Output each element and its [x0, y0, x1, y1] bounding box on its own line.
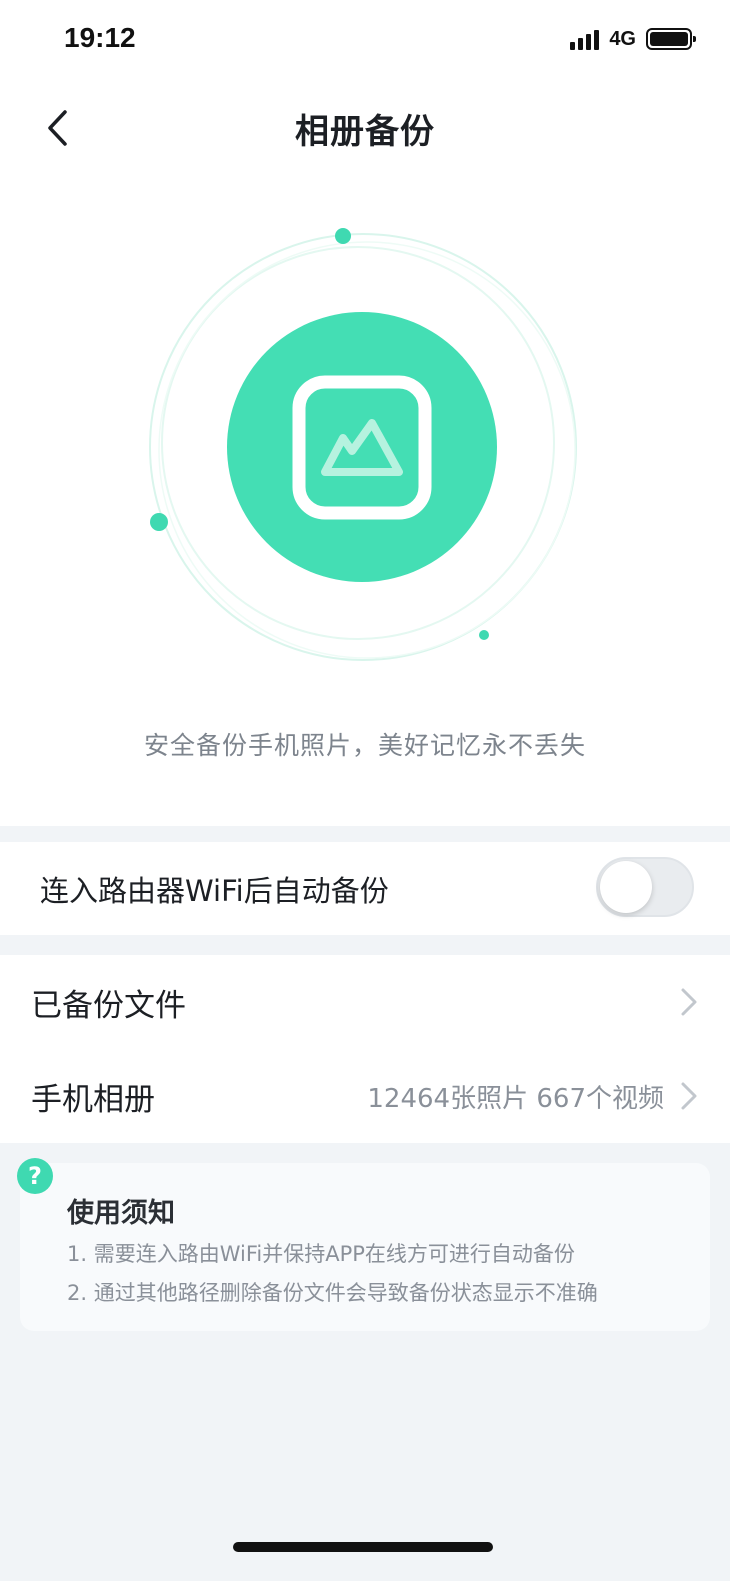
- phone-album-label: 手机相册: [31, 1081, 155, 1118]
- album-illustration: [130, 210, 600, 680]
- phone-album-row[interactable]: 手机相册 12464张照片 667个视频: [0, 1049, 730, 1143]
- help-icon: ?: [17, 1158, 53, 1194]
- home-indicator[interactable]: [233, 1542, 493, 1552]
- chevron-right-icon: [681, 988, 697, 1016]
- notice-title: 使用须知: [67, 1198, 175, 1229]
- auto-backup-toggle[interactable]: [596, 857, 694, 917]
- notice-line-2: 2. 通过其他路径删除备份文件会导致备份状态显示不准确: [67, 1281, 598, 1305]
- phone-album-summary: 12464张照片 667个视频: [367, 1083, 664, 1114]
- status-time: 19:12: [64, 22, 136, 53]
- toggle-knob: [600, 861, 652, 913]
- network-type: 4G: [609, 27, 636, 50]
- auto-backup-row: 连入路由器WiFi后自动备份: [0, 842, 730, 935]
- backed-up-files-label: 已备份文件: [31, 987, 186, 1024]
- status-indicators: 4G: [570, 24, 696, 54]
- page-title: 相册备份: [295, 112, 435, 152]
- backed-up-files-row[interactable]: 已备份文件: [0, 955, 730, 1049]
- cellular-signal-icon: [570, 28, 600, 50]
- notice-line-1: 1. 需要连入路由WiFi并保持APP在线方可进行自动备份: [67, 1242, 575, 1266]
- hero-tagline: 安全备份手机照片，美好记忆永不丢失: [143, 731, 586, 760]
- usage-notice-card: 使用须知 1. 需要连入路由WiFi并保持APP在线方可进行自动备份 2. 通过…: [20, 1163, 710, 1331]
- chevron-right-icon: [681, 1082, 697, 1110]
- backup-list: 已备份文件 手机相册 12464张照片 667个视频: [0, 955, 730, 1143]
- auto-backup-label: 连入路由器WiFi后自动备份: [40, 873, 389, 908]
- battery-icon: [646, 28, 696, 50]
